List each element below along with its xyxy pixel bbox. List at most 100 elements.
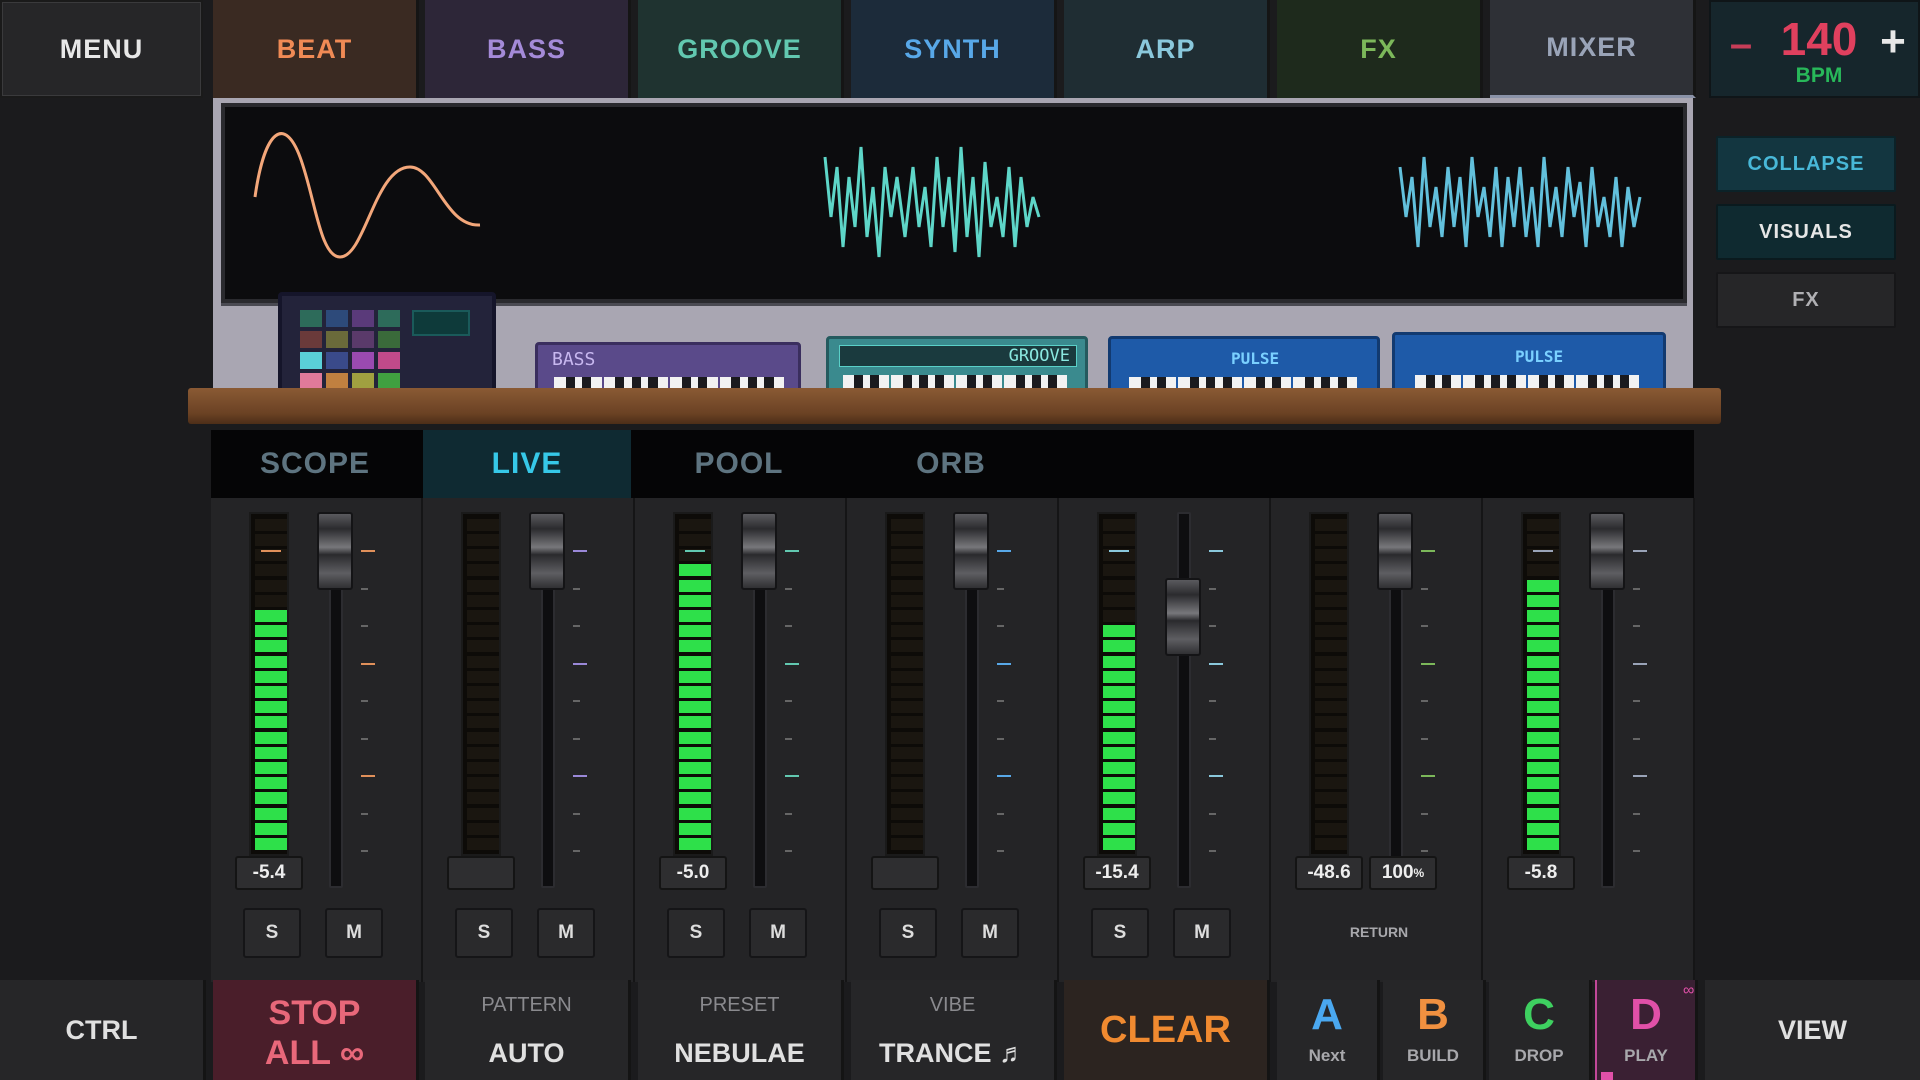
- tab-arp[interactable]: ARP: [1064, 0, 1270, 98]
- meter-segment: [255, 838, 287, 850]
- level-meter: [1521, 512, 1561, 856]
- meter-segment: [1315, 731, 1347, 744]
- peak-marker: [261, 550, 281, 552]
- meter-segment: [467, 594, 499, 607]
- tempo-decrease-button[interactable]: –: [1721, 22, 1761, 66]
- tempo-increase-button[interactable]: +: [1871, 17, 1915, 66]
- meter-segment: [255, 792, 287, 805]
- level-meter: [885, 512, 925, 856]
- fader-scale-tick: [1209, 700, 1216, 702]
- level-readout: [447, 856, 515, 890]
- meter-segment: [1103, 579, 1135, 592]
- level-meter: [1097, 512, 1137, 856]
- fader-scale-tick: [1421, 587, 1428, 590]
- meter-segment: [1103, 716, 1135, 729]
- level-meter: [249, 512, 289, 856]
- preset-caption: PRESET: [699, 994, 780, 1016]
- meter-segment: [679, 701, 711, 714]
- stop-all-button[interactable]: STOP ALL ∞: [213, 980, 419, 1080]
- fader-knob[interactable]: [1165, 578, 1201, 656]
- meter-segment: [1315, 640, 1347, 653]
- meter-segment: [1527, 777, 1559, 790]
- mute-button[interactable]: M: [1173, 908, 1231, 958]
- solo-button[interactable]: S: [455, 908, 513, 958]
- fader-scale-tick: [1421, 850, 1428, 852]
- bass-keyboard-label: BASS: [552, 349, 596, 370]
- section-d-button[interactable]: D PLAY ∞: [1595, 980, 1698, 1080]
- mute-button[interactable]: M: [325, 908, 383, 958]
- meter-segment: [679, 610, 711, 622]
- clear-button[interactable]: CLEAR: [1064, 980, 1270, 1080]
- tab-pool[interactable]: POOL: [635, 430, 843, 498]
- loop-icon: ∞: [1683, 982, 1695, 999]
- solo-button[interactable]: S: [667, 908, 725, 958]
- tab-groove[interactable]: GROOVE: [638, 0, 844, 98]
- solo-button[interactable]: S: [243, 908, 301, 958]
- meter-segment: [1103, 686, 1135, 698]
- tab-synth[interactable]: SYNTH: [851, 0, 1057, 98]
- visuals-button[interactable]: VISUALS: [1716, 204, 1896, 260]
- meter-segment: [1103, 625, 1135, 638]
- fader-knob[interactable]: [741, 512, 777, 590]
- meter-segment: [467, 807, 499, 820]
- preset-button[interactable]: PRESET NEBULAE: [638, 980, 844, 1080]
- section-b-name: BUILD: [1407, 1046, 1459, 1065]
- fader-knob[interactable]: [317, 512, 353, 590]
- meter-segment: [467, 564, 499, 577]
- section-c-letter: C: [1523, 990, 1555, 1039]
- solo-button[interactable]: S: [1091, 908, 1149, 958]
- meter-segment: [1315, 610, 1347, 622]
- fader-knob[interactable]: [1589, 512, 1625, 590]
- fader-scale-tick: [361, 812, 368, 815]
- fader-scale-tick: [573, 587, 580, 590]
- app-root: { "topbar": { "menu": "MENU", "tabs": [ …: [0, 0, 1920, 1080]
- fader-scale-tick: [997, 700, 1004, 702]
- menu-button[interactable]: MENU: [0, 0, 203, 98]
- tab-orb[interactable]: ORB: [847, 430, 1055, 498]
- meter-segment: [891, 655, 923, 668]
- meter-segment: [891, 594, 923, 607]
- tab-live[interactable]: LIVE: [423, 430, 631, 498]
- level-readout: -15.4: [1083, 856, 1151, 890]
- fader-knob[interactable]: [1377, 512, 1413, 590]
- pattern-button[interactable]: PATTERN AUTO: [425, 980, 631, 1080]
- meter-segment: [255, 822, 287, 835]
- mute-button[interactable]: M: [961, 908, 1019, 958]
- view-tabs: SCOPE LIVE POOL ORB: [211, 430, 1694, 498]
- ctrl-button[interactable]: CTRL: [0, 980, 206, 1080]
- fader-scale-tick: [573, 737, 580, 740]
- section-b-button[interactable]: B BUILD: [1383, 980, 1486, 1080]
- meter-segment: [255, 625, 287, 638]
- tab-fx[interactable]: FX: [1277, 0, 1483, 98]
- fader-scale-tick: [1633, 850, 1640, 852]
- tab-beat[interactable]: BEAT: [213, 0, 419, 98]
- fader-knob[interactable]: [529, 512, 565, 590]
- meter-segment: [891, 579, 923, 592]
- fx-side-button[interactable]: FX: [1716, 272, 1896, 328]
- solo-button[interactable]: S: [879, 908, 937, 958]
- fader-scale-tick: [573, 700, 580, 702]
- fader-track[interactable]: [1177, 512, 1191, 888]
- tab-bass[interactable]: BASS: [425, 0, 631, 98]
- fader-scale-tick: [1209, 775, 1223, 777]
- section-c-button[interactable]: C DROP: [1489, 980, 1592, 1080]
- meter-segment: [1527, 686, 1559, 698]
- meter-segment: [255, 518, 287, 531]
- meter-segment: [679, 518, 711, 531]
- meter-segment: [467, 534, 499, 546]
- mute-button[interactable]: M: [749, 908, 807, 958]
- tab-mixer[interactable]: MIXER: [1490, 0, 1696, 98]
- mute-button[interactable]: M: [537, 908, 595, 958]
- collapse-button[interactable]: COLLAPSE: [1716, 136, 1896, 192]
- meter-segment: [255, 594, 287, 607]
- tab-scope[interactable]: SCOPE: [211, 430, 419, 498]
- meter-segment: [891, 686, 923, 698]
- fader-knob[interactable]: [953, 512, 989, 590]
- fader-scale-tick: [1421, 550, 1435, 552]
- section-a-button[interactable]: A Next: [1277, 980, 1380, 1080]
- view-button[interactable]: VIEW: [1705, 980, 1920, 1080]
- preset-value: NEBULAE: [674, 1038, 805, 1068]
- vibe-button[interactable]: VIBE TRANCE ♬: [851, 980, 1057, 1080]
- tab-synth-label: SYNTH: [904, 33, 1001, 64]
- return-percent-readout: 100%: [1369, 856, 1437, 890]
